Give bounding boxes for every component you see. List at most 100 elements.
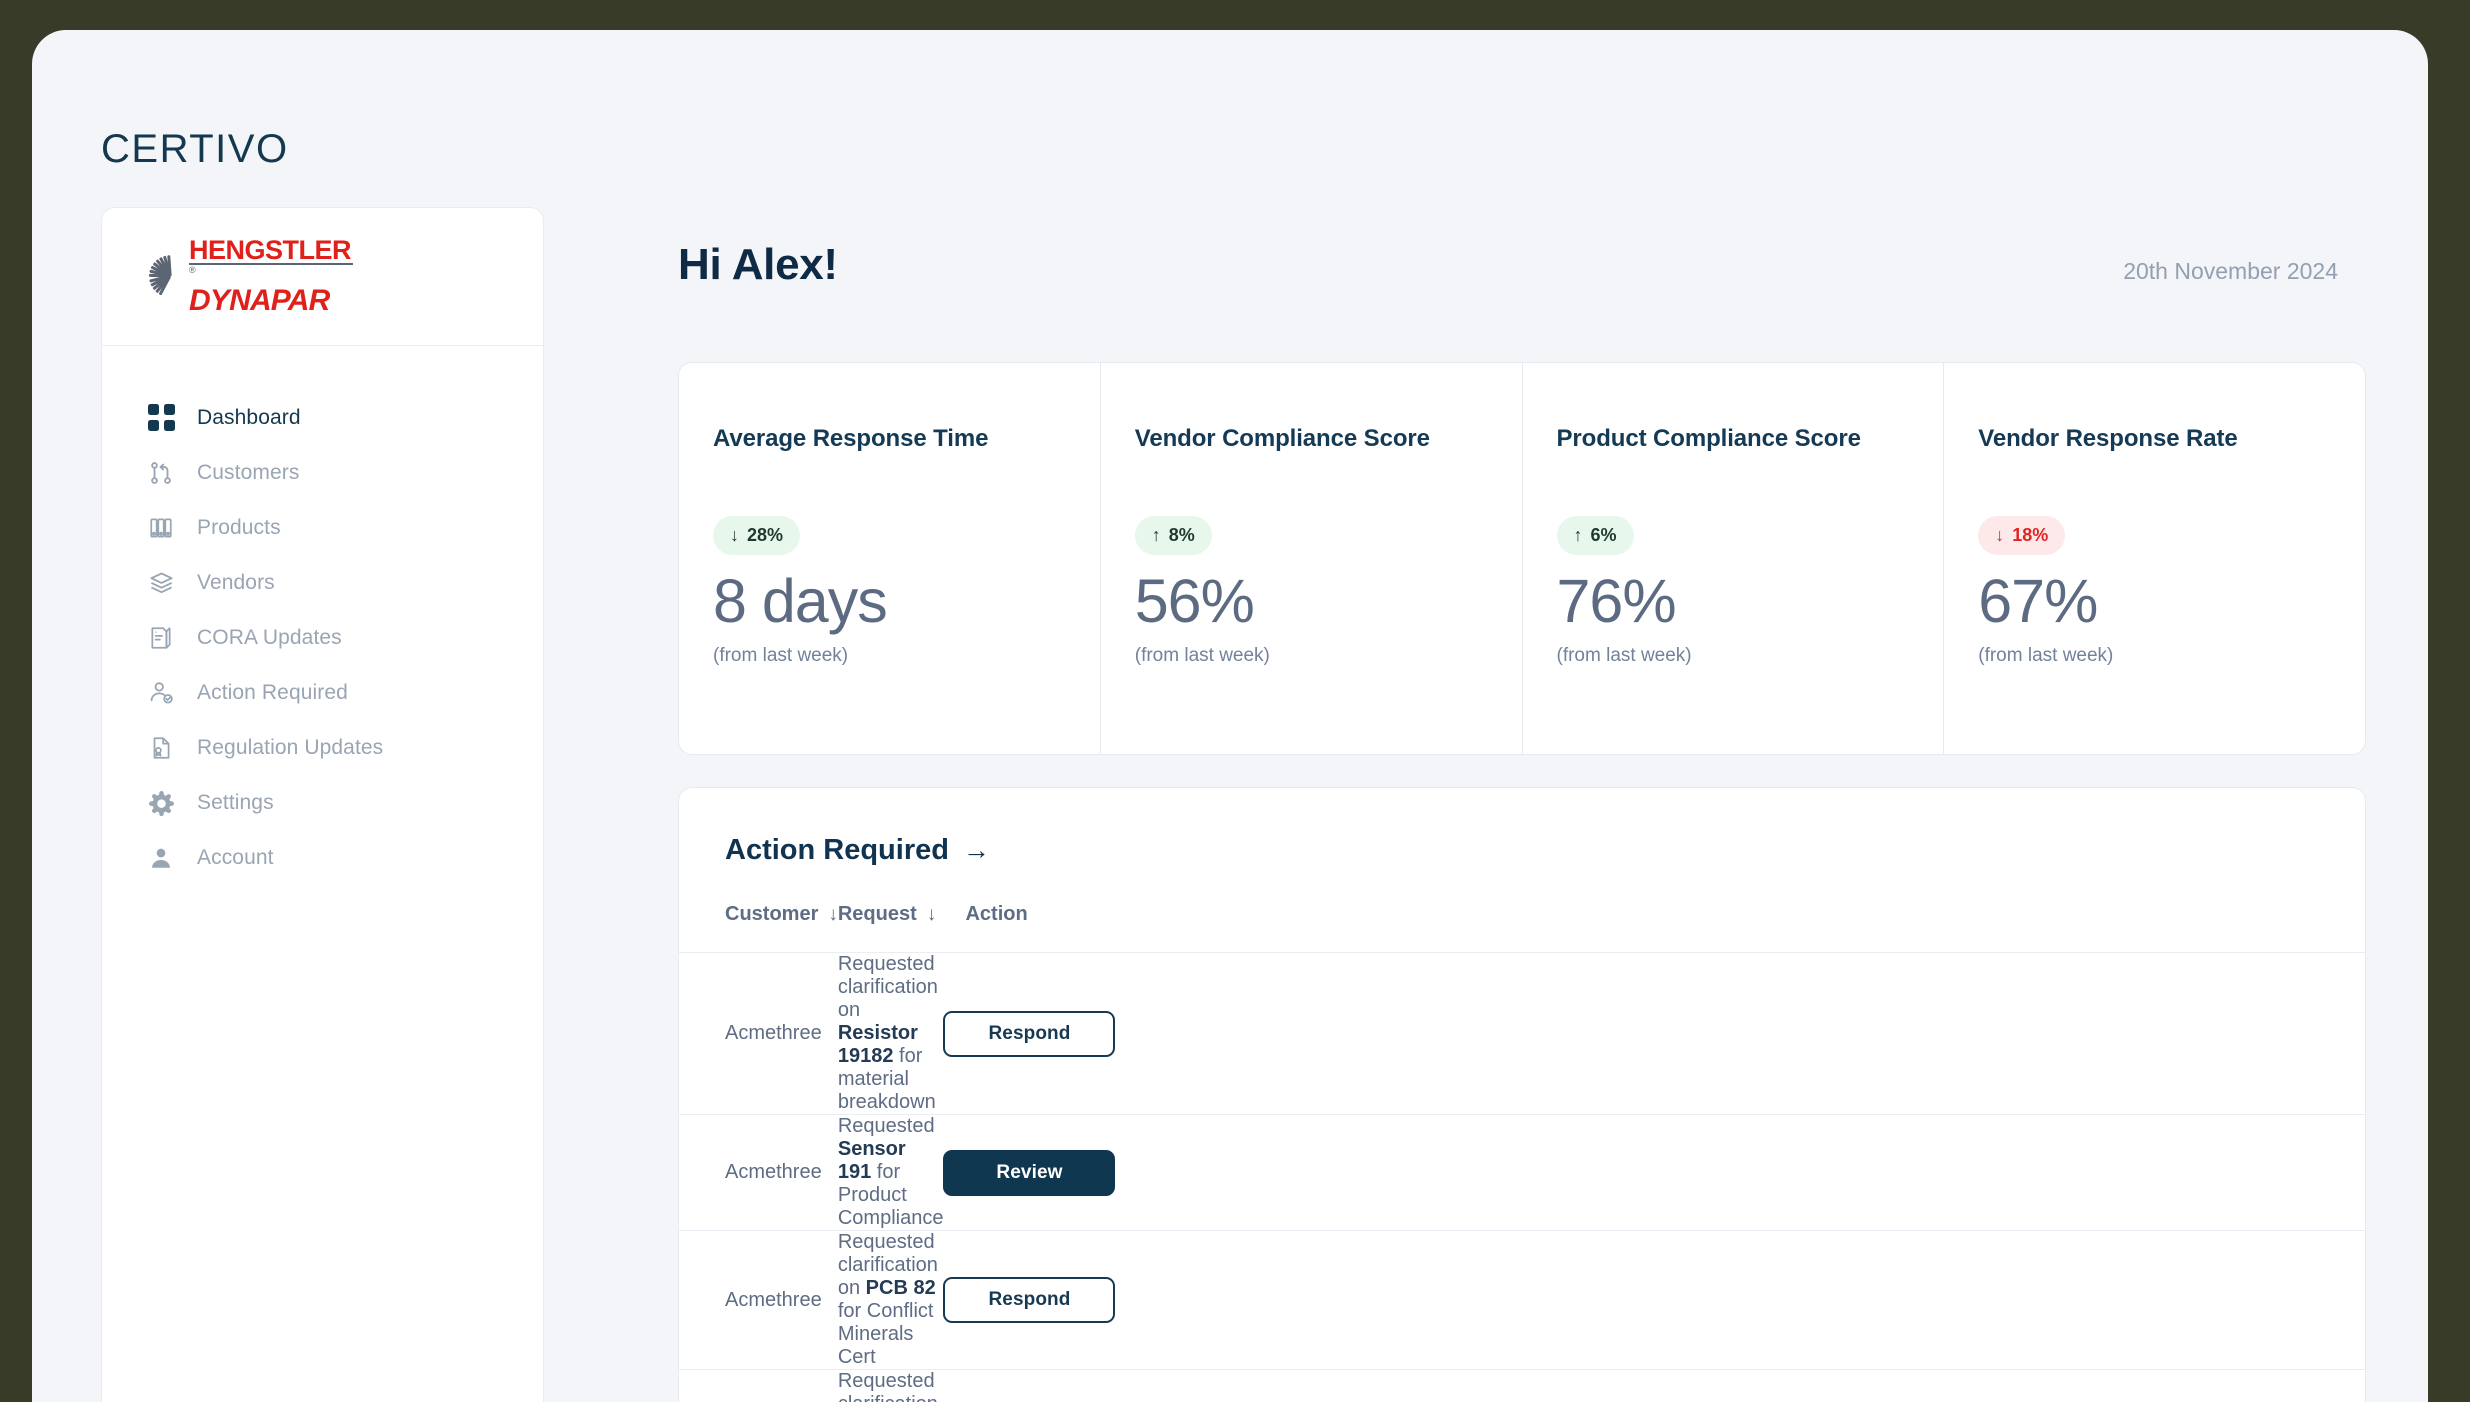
sidebar-item-cora-updates[interactable]: CORA Updates [102,610,543,665]
kpi-trend-badge: ↑ 6% [1556,516,1634,555]
cell-action: Respond [943,953,2365,1115]
sidebar-item-account[interactable]: Account [102,830,543,885]
sidebar-item-dashboard[interactable]: Dashboard [102,390,543,445]
sidebar-item-label: Dashboard [197,405,301,429]
kpi-card-vendor-compliance-score: Vendor Compliance Score ↑ 8% 56% (from l… [1101,363,1523,754]
table-row: Acmethree Requested Sensor 191 for Produ… [679,1114,2365,1231]
cell-customer: ABC Corp [679,1370,838,1402]
kpi-subtext: (from last week) [1134,644,1270,666]
sidebar-item-products[interactable]: Products [102,500,543,555]
review-button[interactable]: Review [943,1149,1116,1196]
arrow-right-icon: → [962,835,990,865]
arrow-down-icon: ↓ [1995,525,2005,545]
logo-word-dynapar: DYNAPAR [189,283,330,317]
document-fold-icon [147,624,175,652]
sidebar-item-label: CORA Updates [197,625,342,649]
table-body: Acmethree Requested clarification on Res… [679,952,2365,1402]
cell-request: Requested Sensor 191 for Product Complia… [838,1115,944,1231]
column-label: Request [837,903,917,925]
kpi-trend-badge: ↑ 8% [1134,516,1212,555]
table-row: Acmethree Requested clarification on PCB… [679,1230,2365,1370]
column-header-customer: Customer ↓ [679,903,838,953]
grid-icon [147,404,175,432]
cell-customer: Acmethree [725,1161,822,1183]
sort-desc-icon: ↓ [828,903,838,925]
app-logo-certivo: CERTIVO [101,127,289,171]
customers-nodes-icon [147,459,175,487]
page-title: Hi Alex! [678,240,838,289]
sort-customer-button[interactable]: Customer ↓ [725,903,838,926]
arrow-up-icon: ↑ [1151,525,1161,545]
kpi-trend-badge: ↓ 18% [1978,516,2066,555]
cell-request: Requested clarification on Resistor 1918… [838,1370,944,1402]
sidebar-item-regulation-updates[interactable]: Regulation Updates [102,720,543,775]
action-required-panel: Action Required → Customer ↓ Request ↓ A… [678,787,2366,1402]
vendors-layers-icon [147,569,175,597]
sidebar-item-label: Settings [197,790,274,814]
sort-desc-icon: ↓ [926,903,937,925]
cell-customer: Acmethree [725,1022,822,1044]
table-header: Customer ↓ Request ↓ Action [679,903,2365,953]
action-required-link[interactable]: Action Required → [679,788,990,867]
kpi-card-average-response-time: Average Response Time ↓ 28% 8 days (from… [679,363,1101,754]
sidebar-item-label: Account [197,845,274,869]
table-row: ABC Corp Requested clarification on Resi… [679,1369,2365,1402]
request-prefix: Requested clarification on [837,1370,938,1402]
request-prefix: Requested clarification on [837,953,938,1021]
kpi-value: 56% [1134,567,1255,635]
sidebar-item-label: Action Required [197,680,348,704]
sidebar-item-label: Vendors [197,570,275,594]
current-date: 20th November 2024 [2123,258,2338,284]
column-header-action: Action [943,903,2365,953]
cell-action: Respond [943,1370,2365,1402]
cell-action: Respond [943,1231,2365,1370]
table-row: Acmethree Requested clarification on Res… [679,952,2365,1115]
arrow-down-icon: ↓ [730,525,739,545]
arrow-up-icon: ↑ [1573,525,1583,545]
sidebar-item-label: Regulation Updates [197,735,384,759]
sidebar-item-vendors[interactable]: Vendors [102,555,543,610]
sidebar: HENGSTLER® DYNAPAR Dashboard Customers P… [101,207,544,1402]
kpi-title: Vendor Response Rate [1978,425,2238,452]
products-binders-icon [147,514,175,542]
gear-icon [147,789,175,817]
kpi-value: 67% [1978,567,2098,635]
sort-request-button[interactable]: Request ↓ [838,903,936,926]
kpi-subtext: (from last week) [1978,644,2114,666]
kpi-card-product-compliance-score: Product Compliance Score ↑ 6% 76% (from … [1523,363,1945,754]
respond-button[interactable]: Respond [943,1277,1116,1323]
person-icon [147,844,175,872]
sunburst-icon [148,251,195,303]
main-content: Hi Alex! 20th November 2024 Average Resp… [588,30,2428,1402]
sidebar-item-action-required[interactable]: Action Required [102,665,543,720]
logo-word-hengstler: HENGSTLER [189,235,354,266]
request-suffix: for Conflict Minerals Cert [837,1300,934,1368]
kpi-subtext: (from last week) [713,644,849,666]
certificate-doc-icon [147,734,175,762]
cell-request: Requested clarification on PCB 82 for Co… [838,1231,944,1370]
kpi-trend-value: 18% [2012,525,2049,545]
kpi-trend-value: 28% [747,525,784,545]
kpi-title: Product Compliance Score [1556,425,1861,452]
page-header: Hi Alex! 20th November 2024 [678,240,2338,290]
sidebar-item-customers[interactable]: Customers [102,445,543,500]
sidebar-item-settings[interactable]: Settings [102,775,543,830]
kpi-subtext: (from last week) [1556,644,1692,666]
tenant-logo: HENGSTLER® DYNAPAR [102,208,543,346]
sidebar-item-label: Customers [197,460,300,484]
panel-heading: Action Required [725,834,949,866]
user-check-icon [147,679,175,707]
kpi-trend-badge: ↓ 28% [713,516,801,555]
cell-customer: Acmethree [725,1288,822,1311]
cell-request: Requested clarification on Resistor 1918… [838,953,944,1115]
sidebar-nav: Dashboard Customers Products Vendors COR… [102,346,543,885]
kpi-title: Average Response Time [713,425,989,452]
respond-button[interactable]: Respond [943,1010,1116,1057]
request-prefix: Requested [837,1115,935,1137]
kpi-title: Vendor Compliance Score [1134,425,1430,452]
request-item: PCB 82 [865,1277,936,1299]
kpi-trend-value: 8% [1168,525,1195,545]
kpi-value: 8 days [713,567,888,635]
column-header-request: Request ↓ [838,903,944,953]
sidebar-item-label: Products [197,515,281,539]
